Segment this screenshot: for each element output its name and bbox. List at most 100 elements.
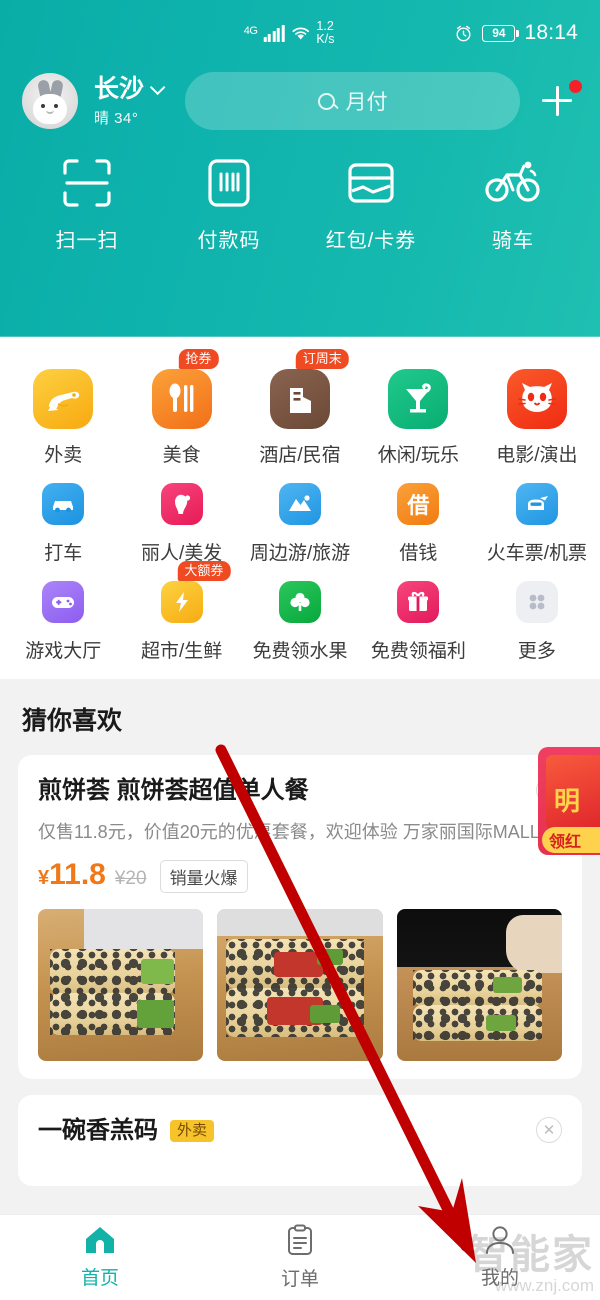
section-title: 猜你喜欢 [22,707,123,735]
nav-item-profile[interactable]: 我的 [400,1215,600,1300]
food-photo-3[interactable] [396,909,562,1062]
quick-action-scan[interactable]: 扫一扫 [16,156,158,253]
card-subtitle: 仅售11.8元，价值20元的优惠套餐，欢迎体验 万家丽国际MALL [38,821,540,842]
grid-item-travel[interactable]: 周边游/旅游 [241,475,359,565]
app-grid-row-2: 打车 丽人/美发 周边游/旅游 借 借钱 火车票/机票 [0,469,600,567]
grid-item-more[interactable]: 更多 [478,573,596,663]
gift-icon [397,581,440,623]
quick-action-coupon[interactable]: 红包/卡券 [300,156,442,253]
grid-item-supermarket[interactable]: 大额券 超市/生鲜 [122,561,240,663]
grid-item-game[interactable]: 游戏大厅 [4,573,122,663]
grid-item-ticket[interactable]: 火车票/机票 [478,475,596,565]
app-grid-row-1: 外卖 抢券 美食 订周末 酒店/民宿 休闲/玩乐 电影/演出 [0,349,600,469]
grid-item-taxi[interactable]: 打车 [4,475,122,565]
search-placeholder: 月付 [345,91,388,114]
data-speed-unit: K/s [316,32,335,46]
scan-icon [61,156,113,210]
status-badge: 销量火爆 [159,860,248,894]
red-packet-floating-widget[interactable]: 明 领红 [538,747,600,855]
header-top-bar: 长沙 晴 34° 月付 [0,66,600,130]
grid-item-badge: 抢券 [178,349,219,369]
travel-icon [279,483,322,525]
search-input[interactable]: 月付 [185,72,520,130]
quick-action-payment-code[interactable]: 付款码 [158,156,300,253]
quick-action-label: 付款码 [197,230,261,252]
recommend-section: 猜你喜欢 煎饼荟 煎饼荟超值单人餐 ✕ 仅售11.8元，价值20元的优惠套餐，欢… [0,679,600,1186]
taxi-icon [42,483,85,525]
card-title: 煎饼荟 煎饼荟超值单人餐 [38,777,309,804]
data-speed-value: 1.2 [316,19,334,33]
grid-item-welfare[interactable]: 免费领福利 [359,573,477,663]
grid-item-takeout[interactable]: 外卖 [4,361,122,467]
price-value: 11.8 [49,858,106,892]
location-selector[interactable]: 长沙 晴 34° [94,76,166,127]
wifi-icon [292,26,309,39]
bike-icon [485,156,541,210]
movie-cat-icon [506,369,567,429]
nav-item-label: 我的 [480,1268,519,1289]
quick-action-row: 扫一扫 付款码 红包/卡券 骑车 [0,130,600,253]
notification-dot [569,80,582,93]
grid-item-label: 免费领福利 [370,641,466,662]
order-list-icon [288,1224,312,1255]
grid-item-beauty[interactable]: 丽人/美发 [122,475,240,565]
grid-item-label: 免费领水果 [252,641,348,662]
original-price: ¥20 [114,868,147,890]
bottom-navigation: 首页 订单 我的 [0,1214,600,1300]
food-photo-2[interactable] [217,909,383,1062]
grid-item-label: 电影/演出 [496,445,578,466]
takeout-icon [33,369,94,429]
grid-item-badge: 大额券 [177,561,231,581]
recommend-card[interactable]: 煎饼荟 煎饼荟超值单人餐 ✕ 仅售11.8元，价值20元的优惠套餐，欢迎体验 万… [18,747,600,1080]
food-photo-1[interactable] [38,909,204,1062]
grid-item-label: 外卖 [44,445,83,466]
nav-item-orders[interactable]: 订单 [200,1215,400,1300]
quick-action-label: 骑车 [492,230,534,252]
more-grid-icon [515,581,558,623]
game-icon [42,581,85,623]
recommend-card[interactable]: 一碗香羔码 外卖 ✕ [18,1095,582,1186]
red-packet-char: 明 [554,786,581,816]
add-button[interactable] [536,78,582,124]
card-tag: 外卖 [170,1120,215,1143]
network-type-label: 4G [243,25,258,37]
grid-item-loan[interactable]: 借 借钱 [359,475,477,565]
grid-item-movie[interactable]: 电影/演出 [478,361,596,467]
quick-action-bike[interactable]: 骑车 [442,156,584,253]
signal-bars-icon [263,24,285,42]
hotel-icon [270,369,331,429]
price-row: ¥11.8 ¥20 销量火爆 [38,858,562,894]
profile-person-icon [486,1226,514,1254]
grid-item-label: 更多 [517,641,556,662]
grid-item-badge: 订周末 [295,349,349,369]
grid-item-leisure[interactable]: 休闲/玩乐 [359,361,477,467]
fruit-tree-icon [279,581,322,623]
card-title: 一碗香羔码 外卖 [38,1117,526,1146]
nav-item-home[interactable]: 首页 [0,1215,200,1300]
leisure-icon [388,369,449,429]
supermarket-icon [160,581,203,623]
app-grid-panel: 外卖 抢券 美食 订周末 酒店/民宿 休闲/玩乐 电影/演出 打车 丽人/美发 … [0,337,600,679]
search-icon [317,92,335,110]
loan-glyph: 借 [407,493,430,518]
grid-item-fruit[interactable]: 免费领水果 [241,573,359,663]
grid-item-label: 打车 [44,543,83,564]
payment-code-icon [206,156,252,210]
nav-item-label: 首页 [80,1268,119,1289]
data-speed-indicator: 1.2 K/s [316,20,334,46]
home-icon [86,1227,114,1253]
red-packet-button[interactable]: 领红 [542,827,600,853]
battery-indicator: 94 [482,24,519,42]
close-icon[interactable]: ✕ [536,1117,562,1144]
weather-label: 晴 34° [94,109,139,127]
loan-icon: 借 [397,483,440,525]
grid-item-hotel[interactable]: 订周末 酒店/民宿 [241,349,359,467]
app-grid-row-3: 游戏大厅 大额券 超市/生鲜 免费领水果 免费领福利 更多 [0,561,600,665]
thumbnail-row [38,909,562,1062]
grid-item-food[interactable]: 抢券 美食 [122,349,240,467]
status-time: 18:14 [524,21,578,44]
alarm-clock-icon [456,25,471,41]
grid-item-label: 超市/生鲜 [140,641,223,662]
avatar[interactable] [22,73,78,129]
app-screen: 4G 1.2 K/s 94 18:14 长沙 晴 34° 月付 扫一扫 付款码 … [0,0,600,1300]
